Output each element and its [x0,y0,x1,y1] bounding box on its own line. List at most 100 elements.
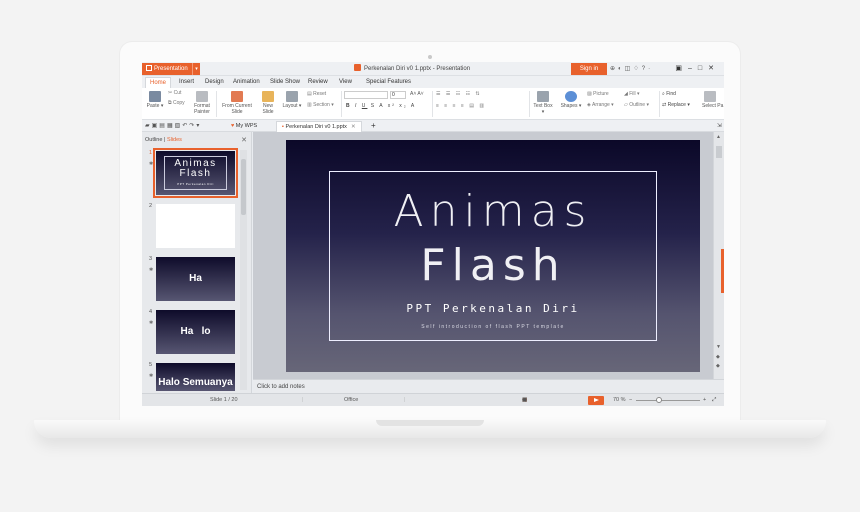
tab-home[interactable]: Home [145,77,172,88]
skin-icon[interactable]: ◐ [618,66,625,72]
scroll-up-icon[interactable]: ▲ [716,134,721,140]
close-icon[interactable]: ✕ [708,65,720,72]
from-current-slide-button[interactable]: From Current Slide [220,91,254,115]
section-button[interactable]: ▥ Section ▾ [307,102,334,109]
tab-slides[interactable]: Slides [167,137,182,143]
scroll-thumb[interactable] [241,159,246,215]
layout-button[interactable]: Layout ▾ [282,91,302,109]
export-icon[interactable]: ▤ [159,123,167,129]
play-slideshow-button[interactable] [588,396,604,405]
fill-button[interactable]: ◢ Fill ▾ [624,91,640,98]
zoom-out-icon[interactable]: − [629,394,632,406]
shirt-icon[interactable]: ♢ [633,66,641,72]
slide-thumbnail-5[interactable]: Halo Semuanya [156,363,235,391]
outline-button[interactable]: ▱ Outline ▾ [624,102,649,109]
quick-access-toolbar[interactable]: ▰▣▤▦▧↶↷▾ [145,122,201,129]
font-style-buttons[interactable]: B I U S A x² x₂ A [346,103,416,110]
format-painter-button[interactable]: Format Painter [192,91,212,115]
fit-window-icon[interactable]: ⤢ [712,394,716,406]
tab-animation[interactable]: Animation [233,76,260,88]
prev-slide-icon[interactable]: ◆ [716,354,720,360]
editor-scrollbar[interactable]: ▲ ▼ ◆ ◆ [713,132,724,379]
close-icon[interactable]: ✕ [351,124,356,130]
animation-star-icon: ✱ [149,320,154,326]
scroll-down-icon[interactable]: ▼ [716,344,721,350]
thumb-number: 3 [149,256,153,262]
tab-current-document[interactable]: ▪ Perkenalan Diri v0 1.pptx ✕ [276,121,362,132]
find-button[interactable]: ⌕ Find [662,91,676,98]
new-slide-button[interactable]: New Slide [258,91,278,115]
titlebar-tools[interactable]: ⊕◐◫♢?· [610,62,653,76]
thumb-text: Ha [189,273,202,284]
animation-star-icon: ✱ [149,267,154,273]
tab-review[interactable]: Review [308,76,328,88]
reset-icon: ▤ [307,91,312,97]
paste-button[interactable]: Paste ▾ [145,91,165,109]
font-size-box[interactable]: 0 [390,91,406,99]
cut-button[interactable]: ✂ Cut [168,90,181,97]
thumb-number: 4 [149,309,153,315]
scroll-thumb[interactable] [716,146,722,158]
font-grow-shrink[interactable]: A˄ A˅ [410,91,424,98]
zoom-level[interactable]: 70 % [613,394,626,406]
arrange-label: Arrange [591,102,610,108]
tab-insert[interactable]: Insert [179,76,194,88]
slide-thumbnail-1[interactable]: Animas Flash PPT Perkenalan Diri [153,148,238,198]
cut-label: Cut [173,90,182,96]
zoom-slider-handle[interactable] [656,397,662,403]
panel-scrollbar[interactable] [240,150,247,390]
tab-special-features[interactable]: Special Features [366,76,411,88]
slide-tagline[interactable]: Self introduction of flash PPT template [286,324,700,330]
new-tab-plus-icon[interactable]: + [366,121,381,132]
print-icon[interactable]: ▦ [167,123,175,129]
maximize-icon[interactable]: □ [698,65,708,72]
shapes-button[interactable]: Shapes ▾ [560,91,582,109]
paragraph-buttons[interactable]: ☰ ☰ ☷ ☷ ⇅ [436,91,482,98]
current-slide[interactable]: Animas Flash PPT Perkenalan Diri Self in… [286,140,700,372]
tab-my-wps[interactable]: ♥ My WPS [226,121,262,132]
slide-thumbnail-3[interactable]: Ha [156,257,235,301]
close-icon[interactable]: ✕ [241,136,247,144]
reset-button[interactable]: ▤ Reset [307,91,326,98]
reading-view-icon[interactable]: ▣ [522,394,533,406]
chevron-down-icon[interactable]: · [648,66,653,72]
chevron-down-icon[interactable]: ▾ [196,123,201,129]
text-box-button[interactable]: Text Box ▾ [532,91,554,115]
select-pane-button[interactable]: Select Pa [702,91,724,109]
slide-editor: Animas Flash PPT Perkenalan Diri Self in… [253,132,713,379]
shapes-label: Shapes [560,103,578,109]
next-slide-icon[interactable]: ◆ [716,363,720,369]
replace-button[interactable]: ⇄ Replace ▾ [662,102,690,109]
slide-title-line2[interactable]: Flash [286,240,700,291]
zoom-slider[interactable] [636,400,700,401]
sign-in-button[interactable]: Sign in [571,63,607,75]
tab-view[interactable]: View [339,76,352,88]
divider [529,91,530,117]
outline-icon: ▱ [624,102,628,108]
picture-button[interactable]: ▨ Picture [587,91,609,98]
slide-subtitle[interactable]: PPT Perkenalan Diri [286,302,700,315]
slide-thumbnail-2[interactable] [156,204,235,248]
font-name-box[interactable] [344,91,388,99]
slide-title-line1[interactable]: Animas [286,186,700,237]
tab-slide-show[interactable]: Slide Show [270,76,300,88]
text-box-label: Text Box [533,103,553,109]
copy-label: Copy [172,100,185,106]
notes-pane[interactable]: Click to add notes [253,379,724,393]
minimize-icon[interactable]: – [688,65,698,72]
tab-design[interactable]: Design [205,76,224,88]
thumb-number: 2 [149,203,153,209]
align-buttons[interactable]: ≡ ≡ ≡ ≡ ▤ ▥ [436,103,486,110]
expand-icon[interactable]: ⇲ [712,121,724,132]
restore-tab-icon[interactable]: ▣ [675,65,688,72]
document-icon: ▪ [282,124,284,130]
zoom-in-icon[interactable]: + [703,394,706,406]
app-menu-button[interactable]: Presentation ▾ [142,63,200,75]
copy-button[interactable]: ⧉ Copy [168,100,185,107]
cart-icon[interactable]: ⊕ [610,66,618,72]
slide-thumbnail-4[interactable]: Ha lo [156,310,235,354]
folder-icon[interactable]: ▰ [145,123,152,129]
tab-outline[interactable]: Outline [145,137,162,143]
arrange-button[interactable]: ◈ Arrange ▾ [587,102,614,109]
panel-tabs: Outline | Slides [145,137,182,143]
